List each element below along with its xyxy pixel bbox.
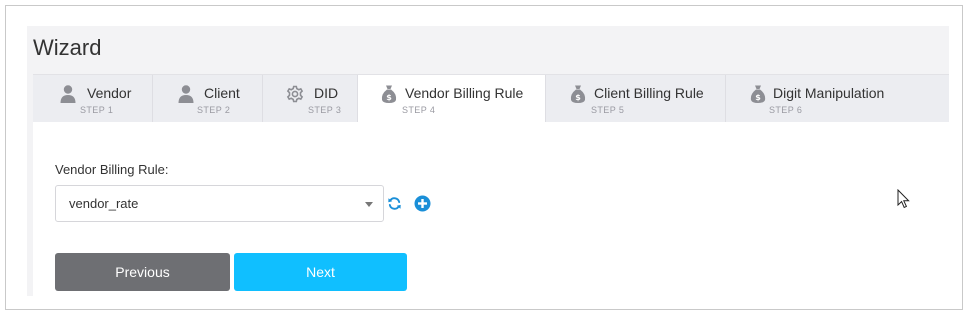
wizard-step-content: Vendor Billing Rule: vendor_rate Previou… — [33, 122, 949, 296]
select-value: vendor_rate — [69, 196, 139, 211]
tab-digit-manipulation[interactable]: $ Digit Manipulation STEP 6 — [726, 75, 949, 122]
tab-digit-manipulation-label: Digit Manipulation — [773, 85, 885, 101]
money-bag-icon: $ — [380, 84, 398, 104]
tab-client-step: STEP 2 — [197, 105, 231, 115]
previous-button[interactable]: Previous — [55, 253, 230, 291]
tab-vendor-billing-rule-label: Vendor Billing Rule — [405, 85, 524, 101]
next-button[interactable]: Next — [234, 253, 407, 291]
tab-vendor-billing-rule[interactable]: $ Vendor Billing Rule STEP 4 — [358, 75, 546, 123]
tab-did[interactable]: DID STEP 3 — [263, 75, 358, 122]
tab-vendor[interactable]: Vendor STEP 1 — [33, 75, 153, 122]
tab-client-billing-rule-label: Client Billing Rule — [594, 85, 704, 101]
svg-text:$: $ — [386, 93, 392, 102]
tab-client-label: Client — [204, 85, 240, 101]
tab-vendor-step: STEP 1 — [80, 105, 114, 115]
money-bag-icon: $ — [569, 84, 587, 104]
page-title: Wizard — [33, 35, 102, 60]
money-bag-icon: $ — [749, 84, 767, 104]
tab-vendor-billing-rule-step: STEP 4 — [402, 105, 436, 115]
tab-did-label: DID — [314, 85, 339, 101]
chevron-down-icon — [365, 202, 373, 207]
wizard-frame: Wizard Vendor STEP 1 Client STEP 2 DID S… — [5, 5, 963, 310]
refresh-icon[interactable] — [387, 196, 402, 216]
vendor-billing-rule-select[interactable]: vendor_rate — [55, 185, 384, 222]
mouse-cursor-icon — [897, 188, 911, 214]
tab-did-step: STEP 3 — [308, 105, 342, 115]
wizard-tabs: Vendor STEP 1 Client STEP 2 DID STEP 3 $… — [33, 74, 949, 123]
gear-icon — [286, 84, 304, 104]
vendor-billing-rule-label: Vendor Billing Rule: — [55, 162, 169, 177]
user-icon — [177, 84, 195, 104]
tab-client[interactable]: Client STEP 2 — [153, 75, 263, 122]
user-icon — [59, 84, 77, 104]
tab-vendor-label: Vendor — [87, 85, 132, 101]
svg-text:$: $ — [755, 93, 761, 102]
tab-client-billing-rule[interactable]: $ Client Billing Rule STEP 5 — [546, 75, 726, 122]
tab-client-billing-rule-step: STEP 5 — [591, 105, 625, 115]
plus-circle-icon[interactable] — [414, 195, 431, 217]
svg-text:$: $ — [575, 93, 581, 102]
tab-digit-manipulation-step: STEP 6 — [769, 105, 803, 115]
wizard-panel: Wizard Vendor STEP 1 Client STEP 2 DID S… — [27, 26, 949, 296]
